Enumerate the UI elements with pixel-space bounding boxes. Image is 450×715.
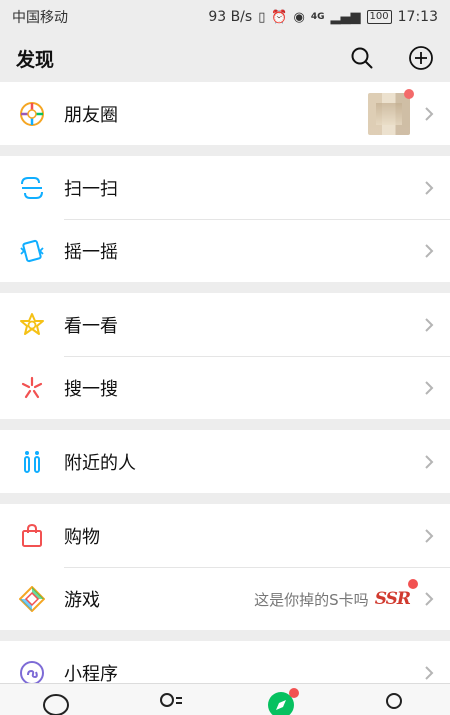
chevron-right-icon [425, 244, 434, 258]
carrier-label: 中国移动 [12, 10, 68, 26]
clock: 17:13 [397, 9, 438, 25]
status-indicators: 93 B/s ▯ ⏰ ◉ 4G ▂▄▆ 100 17:13 [208, 9, 438, 25]
row-content: 游戏 这是你掉的S卡吗 SSR [64, 567, 450, 630]
section-top-stories-search: 看一看 搜一搜 [0, 293, 450, 419]
signal-icon: ▂▄▆ [330, 9, 361, 25]
ssr-badge-text: SSR [374, 589, 411, 609]
row-search[interactable]: 搜一搜 [0, 356, 450, 419]
row-top-stories[interactable]: 看一看 [0, 293, 450, 356]
chevron-right-icon [425, 106, 434, 121]
top-stories-icon [18, 311, 46, 339]
section-scan-shake: 扫一扫 摇一摇 [0, 156, 450, 282]
row-label: 附近的人 [64, 452, 136, 474]
row-content: 附近的人 [64, 430, 450, 493]
page-title: 发现 [16, 48, 55, 71]
plus-circle-icon[interactable] [408, 45, 434, 71]
row-people-nearby[interactable]: 附近的人 [0, 430, 450, 493]
moments-thumbnail [368, 88, 414, 135]
row-moments[interactable]: 朋友圈 [0, 82, 450, 145]
row-content: 看一看 [64, 293, 450, 356]
row-content: 扫一扫 [64, 156, 450, 219]
chat-bubble-icon [43, 694, 70, 715]
battery-level: 100 [369, 11, 389, 22]
people-nearby-icon [18, 448, 46, 476]
header: 发现 [0, 34, 450, 82]
chevron-right-icon [425, 180, 434, 195]
row-label: 摇一摇 [64, 242, 118, 263]
tab-me[interactable] [374, 690, 414, 715]
tab-chats[interactable] [36, 690, 76, 715]
games-icon [18, 585, 46, 613]
shopping-bag-icon [18, 522, 46, 550]
ssr-badge: SSR [374, 579, 418, 609]
row-content: 购物 [64, 504, 450, 567]
status-bar: 中国移动 93 B/s ▯ ⏰ ◉ 4G ▂▄▆ 100 17:13 [0, 0, 450, 34]
chevron-right-icon [425, 592, 434, 606]
chevron-right-icon [425, 665, 434, 680]
row-games[interactable]: 游戏 这是你掉的S卡吗 SSR [0, 567, 450, 630]
row-label: 小程序 [64, 663, 118, 685]
chevron-right-icon [425, 454, 434, 469]
scan-icon [18, 174, 46, 202]
row-content: 搜一搜 [64, 356, 450, 419]
tab-discover[interactable] [261, 688, 301, 715]
section-moments: 朋友圈 [0, 82, 450, 145]
row-content: 摇一摇 [64, 219, 450, 282]
section-people-nearby: 附近的人 [0, 430, 450, 493]
battery-icon: 100 [366, 10, 392, 24]
new-dot [289, 688, 300, 698]
chevron-right-icon [425, 317, 434, 332]
games-promo-text: 这是你掉的S卡吗 [254, 590, 369, 609]
search-spark-icon [18, 374, 46, 402]
network-speed: 93 B/s [208, 9, 253, 25]
new-dot [408, 579, 418, 589]
row-label: 搜一搜 [64, 379, 118, 400]
vibrate-icon: ▯ [258, 9, 266, 25]
person-icon [385, 693, 402, 709]
row-label: 扫一扫 [64, 178, 118, 200]
row-content: 朋友圈 [64, 82, 450, 145]
alarm-icon: ⏰ [271, 9, 288, 25]
network-type: 4G [310, 12, 325, 22]
row-shopping[interactable]: 购物 [0, 504, 450, 567]
row-label: 游戏 [64, 590, 100, 611]
moments-icon [18, 100, 46, 128]
chevron-right-icon [425, 381, 434, 395]
search-icon[interactable] [350, 46, 374, 70]
row-label: 朋友圈 [64, 104, 118, 126]
new-dot [404, 88, 414, 99]
row-label: 购物 [64, 526, 100, 548]
section-shopping-games: 购物 游戏 这是你掉的S卡吗 SSR [0, 504, 450, 630]
tab-bar [0, 683, 450, 715]
eye-icon: ◉ [293, 9, 305, 25]
chevron-right-icon [425, 528, 434, 543]
header-actions [350, 45, 434, 71]
discover-screen: 中国移动 93 B/s ▯ ⏰ ◉ 4G ▂▄▆ 100 17:13 发现 朋友… [0, 0, 450, 715]
shake-icon [18, 237, 46, 265]
contacts-icon [159, 693, 182, 707]
games-promo: 这是你掉的S卡吗 SSR [254, 579, 418, 610]
row-label: 看一看 [64, 315, 118, 337]
row-shake[interactable]: 摇一摇 [0, 219, 450, 282]
row-scan[interactable]: 扫一扫 [0, 156, 450, 219]
tab-contacts[interactable] [149, 690, 189, 715]
